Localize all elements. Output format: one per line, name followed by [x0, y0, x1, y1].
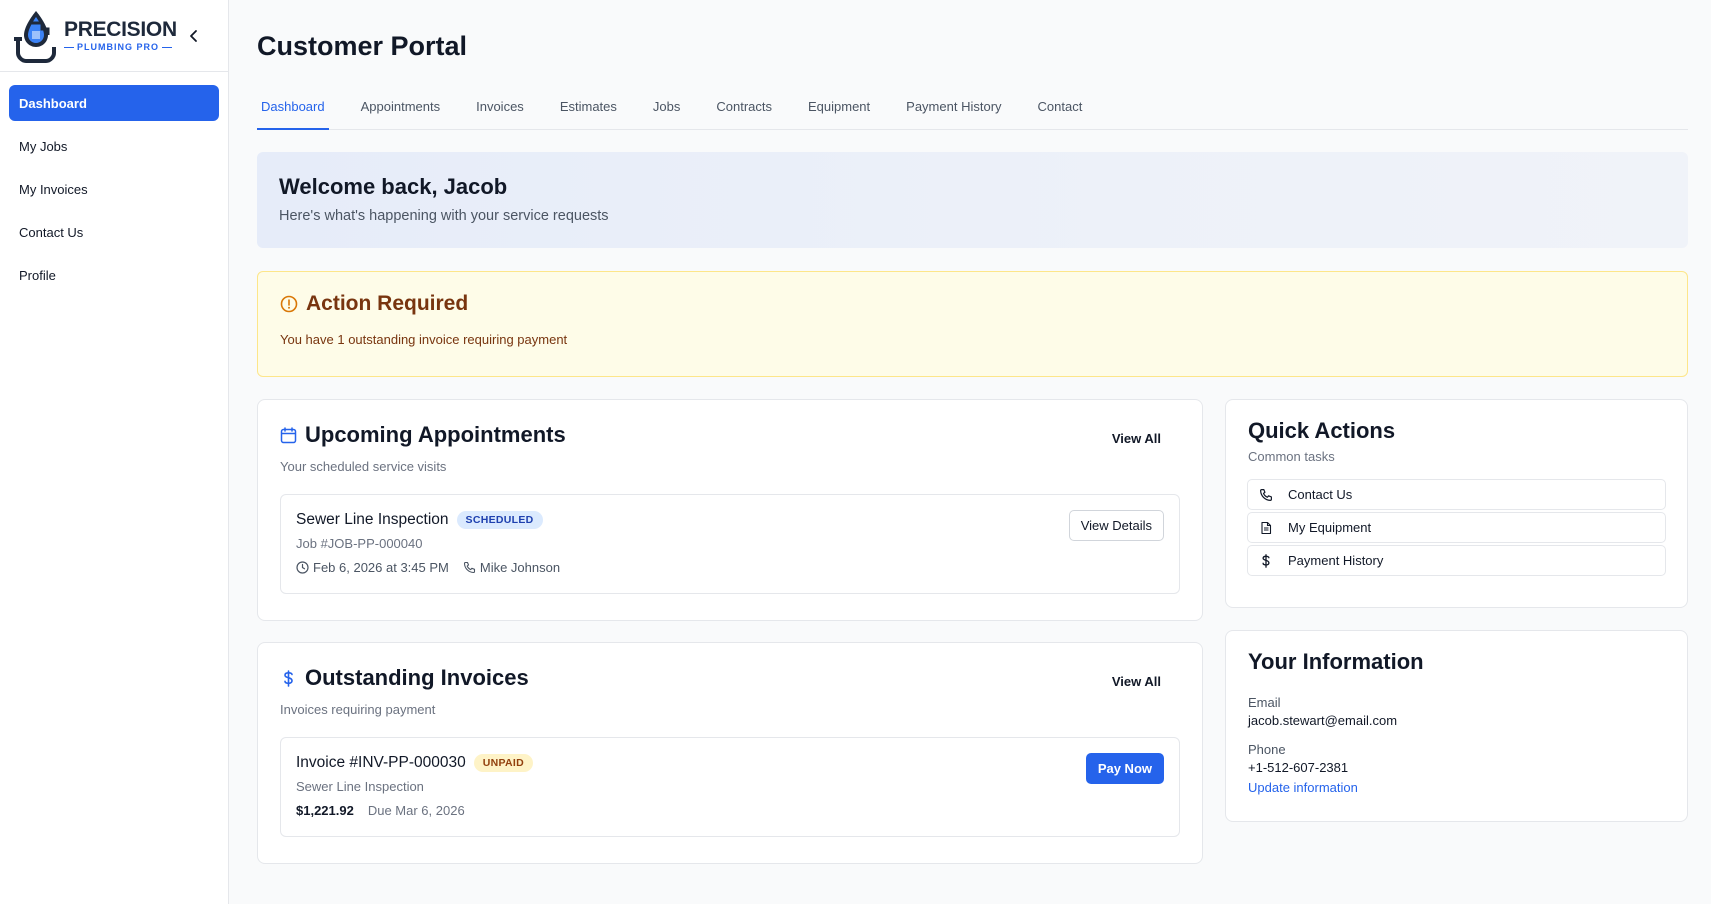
sidebar-item-contact-us[interactable]: Contact Us [9, 214, 219, 250]
tab-contact[interactable]: Contact [1034, 85, 1087, 130]
tab-estimates[interactable]: Estimates [556, 85, 621, 130]
welcome-title: Welcome back, Jacob [279, 174, 508, 199]
sidebar-item-profile[interactable]: Profile [9, 257, 219, 293]
invoice-due-date: Due Mar 6, 2026 [367, 803, 465, 818]
tab-payment-history[interactable]: Payment History [902, 85, 1005, 130]
appointments-subtitle: Your scheduled service visits [280, 459, 447, 474]
tab-appointments[interactable]: Appointments [357, 85, 445, 130]
update-information-link[interactable]: Update information [1248, 780, 1358, 795]
appointment-title: Sewer Line Inspection [296, 511, 449, 528]
calendar-icon [280, 426, 297, 443]
main-content: Customer Portal Dashboard Appointments I… [257, 0, 1688, 864]
technician-name: Mike Johnson [479, 560, 561, 575]
invoices-title: Outstanding Invoices [305, 665, 529, 690]
brand-logo[interactable]: PRECISION PLUMBING PRO [12, 9, 177, 63]
welcome-banner: Welcome back, Jacob Here's what's happen… [257, 152, 1688, 248]
sidebar-header: PRECISION PLUMBING PRO [0, 0, 228, 72]
appointment-item: Sewer Line Inspection SCHEDULED Job #JOB… [280, 494, 1180, 594]
welcome-subtitle: Here's what's happening with your servic… [279, 208, 609, 224]
quick-action-label: Contact Us [1288, 487, 1353, 502]
outstanding-invoices-card: Outstanding Invoices View All Invoices r… [257, 642, 1203, 864]
portal-tabs: Dashboard Appointments Invoices Estimate… [257, 85, 1688, 130]
action-required-alert: Action Required You have 1 outstanding i… [257, 271, 1688, 377]
pay-now-button[interactable]: Pay Now [1085, 753, 1164, 784]
collapse-sidebar-button[interactable] [182, 24, 206, 48]
view-all-appointments-button[interactable]: View All [1102, 426, 1171, 451]
invoice-title: Invoice #INV-PP-000030 [296, 754, 466, 771]
phone-label: Phone [1248, 742, 1286, 757]
phone-icon [463, 561, 475, 574]
tab-jobs[interactable]: Jobs [649, 85, 684, 130]
alert-circle-icon [280, 295, 298, 313]
job-number: Job #JOB-PP-000040 [296, 536, 423, 551]
alert-message: You have 1 outstanding invoice requiring… [280, 332, 568, 347]
chevron-left-icon [190, 29, 197, 42]
clock-icon [296, 561, 309, 574]
tab-equipment[interactable]: Equipment [804, 85, 874, 130]
alert-title: Action Required [306, 292, 469, 315]
sidebar-nav: Dashboard My Jobs My Invoices Contact Us… [0, 72, 228, 313]
status-badge: SCHEDULED [456, 511, 543, 529]
invoices-subtitle: Invoices requiring payment [280, 702, 436, 717]
sidebar-item-my-jobs[interactable]: My Jobs [9, 128, 219, 164]
page-title: Customer Portal [257, 31, 468, 61]
tab-dashboard[interactable]: Dashboard [257, 85, 329, 130]
sidebar-item-dashboard[interactable]: Dashboard [9, 85, 219, 121]
phone-value: +1-512-607-2381 [1248, 760, 1349, 775]
brand-tagline: PLUMBING PRO [64, 43, 177, 52]
quick-actions-title: Quick Actions [1248, 418, 1396, 443]
brand-name: PRECISION [64, 18, 177, 41]
email-value: jacob.stewart@email.com [1248, 713, 1398, 728]
sidebar: PRECISION PLUMBING PRO Dashboard My Jobs… [0, 0, 229, 904]
quick-actions-card: Quick Actions Common tasks Contact Us My… [1225, 399, 1688, 608]
view-details-button[interactable]: View Details [1068, 510, 1164, 541]
upcoming-appointments-card: Upcoming Appointments View All Your sche… [257, 399, 1203, 621]
invoice-item: Invoice #INV-PP-000030 UNPAID Sewer Line… [280, 737, 1180, 837]
quick-action-label: Payment History [1288, 553, 1384, 568]
quick-action-my-equipment[interactable]: My Equipment [1247, 512, 1666, 543]
quick-action-label: My Equipment [1288, 520, 1372, 535]
tab-invoices[interactable]: Invoices [472, 85, 528, 130]
your-information-title: Your Information [1248, 649, 1424, 674]
invoice-service: Sewer Line Inspection [296, 779, 424, 794]
tab-contracts[interactable]: Contracts [712, 85, 776, 130]
your-information-card: Your Information Email jacob.stewart@ema… [1225, 630, 1688, 822]
sidebar-item-my-invoices[interactable]: My Invoices [9, 171, 219, 207]
document-icon [1261, 521, 1272, 534]
email-label: Email [1248, 695, 1281, 710]
quick-actions-subtitle: Common tasks [1248, 449, 1335, 464]
dollar-icon [284, 669, 293, 687]
appointments-title: Upcoming Appointments [305, 422, 566, 447]
quick-action-payment-history[interactable]: Payment History [1247, 545, 1666, 576]
dollar-icon [1262, 553, 1270, 568]
appointment-datetime: Feb 6, 2026 at 3:45 PM [313, 560, 449, 575]
quick-action-contact-us[interactable]: Contact Us [1247, 479, 1666, 510]
status-badge: UNPAID [473, 754, 534, 772]
phone-icon [1260, 488, 1272, 501]
invoice-amount: $1,221.92 [296, 803, 354, 818]
view-all-invoices-button[interactable]: View All [1102, 669, 1171, 694]
plumbing-logo-icon [14, 10, 56, 63]
